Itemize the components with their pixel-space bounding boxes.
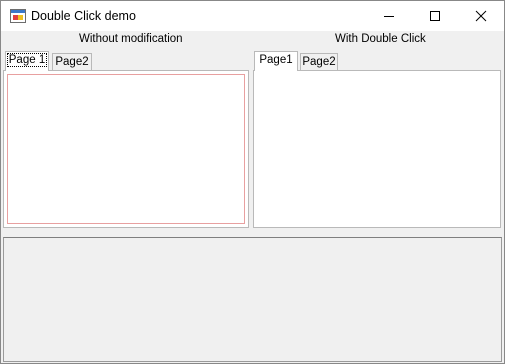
left-tab-page-2-label: Page2	[55, 56, 89, 68]
right-tab-page-1-label: Page1	[259, 54, 293, 66]
left-tab-page-1-label: Page 1	[6, 53, 48, 67]
app-window: Double Click demo Without modification P…	[0, 0, 505, 364]
client-area: Without modification Page 1 Page2 With D…	[1, 31, 504, 363]
left-group-label: Without modification	[79, 33, 183, 45]
right-tab-panel[interactable]	[253, 70, 501, 228]
right-tab-page-1[interactable]: Page1	[254, 51, 298, 71]
left-tab-content-box[interactable]	[7, 74, 245, 224]
left-tab-page-1[interactable]: Page 1	[5, 51, 49, 71]
right-tab-page-2[interactable]: Page2	[300, 53, 338, 71]
app-icon	[10, 9, 26, 23]
window-title: Double Click demo	[31, 9, 136, 23]
close-icon	[475, 10, 487, 22]
right-tab-page-2-label: Page2	[302, 56, 336, 68]
bottom-panel[interactable]	[3, 237, 502, 362]
title-bar[interactable]: Double Click demo	[1, 1, 504, 31]
left-tab-page-2[interactable]: Page2	[52, 53, 92, 71]
minimize-button[interactable]	[366, 1, 412, 31]
close-button[interactable]	[458, 1, 504, 31]
left-tab-panel[interactable]	[3, 70, 249, 228]
maximize-button[interactable]	[412, 1, 458, 31]
right-group-label: With Double Click	[335, 33, 426, 45]
maximize-icon	[430, 11, 440, 21]
minimize-icon	[384, 16, 394, 17]
